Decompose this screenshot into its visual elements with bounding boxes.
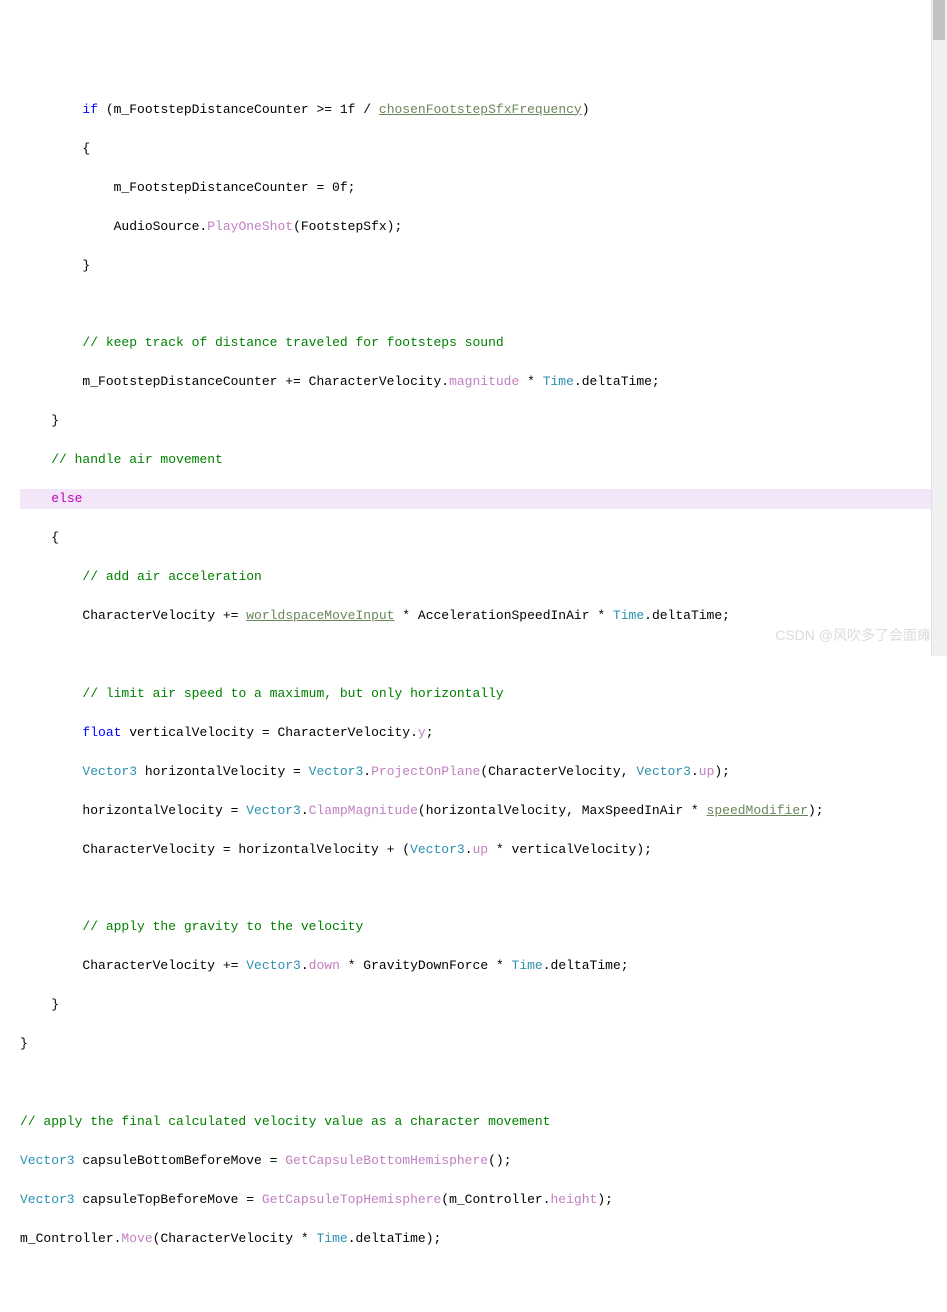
code-line: Vector3 capsuleBottomBeforeMove = GetCap…: [20, 1151, 947, 1171]
code-line: // add air acceleration: [20, 567, 947, 587]
code-line-highlighted: else: [20, 489, 947, 509]
code-line: // limit air speed to a maximum, but onl…: [20, 684, 947, 704]
code-line: m_Controller.Move(CharacterVelocity * Ti…: [20, 1229, 947, 1249]
code-line: {: [20, 528, 947, 548]
code-line: [20, 645, 947, 664]
code-editor[interactable]: if (m_FootstepDistanceCounter >= 1f / ch…: [0, 78, 947, 1270]
code-line: }: [20, 256, 947, 276]
code-line: Vector3 capsuleTopBeforeMove = GetCapsul…: [20, 1190, 947, 1210]
code-line: // apply the final calculated velocity v…: [20, 1112, 947, 1132]
code-line: [20, 1073, 947, 1092]
code-line: horizontalVelocity = Vector3.ClampMagnit…: [20, 801, 947, 821]
code-line: [20, 879, 947, 898]
watermark-text: CSDN @风吹多了会面瘫: [775, 625, 931, 646]
code-line: {: [20, 139, 947, 159]
code-line: m_FootstepDistanceCounter = 0f;: [20, 178, 947, 198]
code-line: CharacterVelocity += Vector3.down * Grav…: [20, 956, 947, 976]
code-line: [20, 295, 947, 314]
code-line: }: [20, 995, 947, 1015]
vertical-scrollbar[interactable]: [931, 0, 947, 656]
code-line: CharacterVelocity += worldspaceMoveInput…: [20, 606, 947, 626]
code-line: // apply the gravity to the velocity: [20, 917, 947, 937]
code-line: Vector3 horizontalVelocity = Vector3.Pro…: [20, 762, 947, 782]
code-line: // handle air movement: [20, 450, 947, 470]
code-line: m_FootstepDistanceCounter += CharacterVe…: [20, 372, 947, 392]
scrollbar-thumb[interactable]: [933, 0, 945, 40]
code-line: }: [20, 411, 947, 431]
code-line: CharacterVelocity = horizontalVelocity +…: [20, 840, 947, 860]
code-line: // keep track of distance traveled for f…: [20, 333, 947, 353]
code-line: }: [20, 1034, 947, 1054]
code-line: if (m_FootstepDistanceCounter >= 1f / ch…: [20, 100, 947, 120]
code-line: AudioSource.PlayOneShot(FootstepSfx);: [20, 217, 947, 237]
code-line: float verticalVelocity = CharacterVeloci…: [20, 723, 947, 743]
